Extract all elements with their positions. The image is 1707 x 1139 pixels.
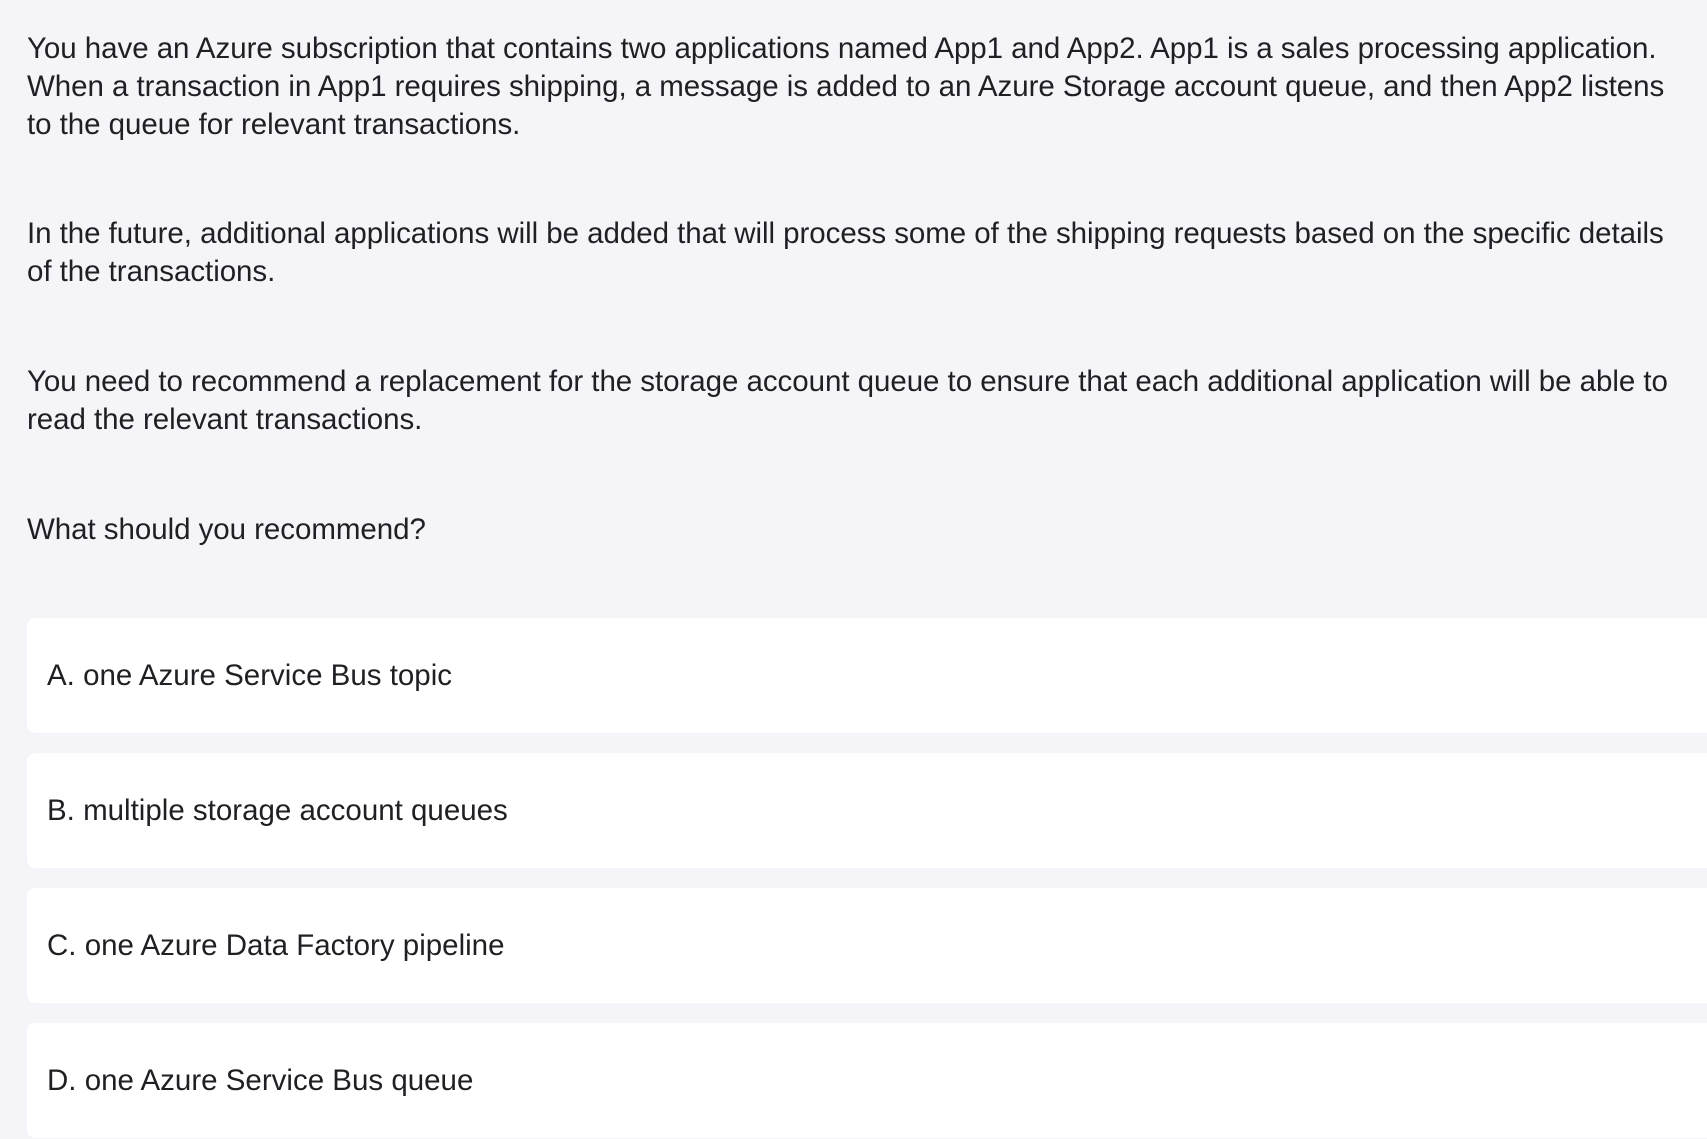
question-paragraph-future: In the future, additional applications w… [27, 217, 1664, 288]
question-paragraph-scenario: You have an Azure subscription that cont… [27, 32, 1665, 141]
question-paragraph-requirement: You need to recommend a replacement for … [27, 365, 1668, 436]
answer-option-b[interactable]: B. multiple storage account queues [27, 753, 1707, 868]
answer-option-b-label: B. multiple storage account queues [47, 793, 508, 827]
answer-option-d-label: D. one Azure Service Bus queue [47, 1063, 474, 1097]
answer-option-d[interactable]: D. one Azure Service Bus queue [27, 1023, 1707, 1138]
question-prompt: What should you recommend? [27, 513, 426, 546]
answer-option-a[interactable]: A. one Azure Service Bus topic [27, 618, 1707, 733]
answer-option-c[interactable]: C. one Azure Data Factory pipeline [27, 888, 1707, 1003]
answer-option-a-label: A. one Azure Service Bus topic [47, 658, 453, 692]
answer-option-c-label: C. one Azure Data Factory pipeline [47, 928, 505, 962]
